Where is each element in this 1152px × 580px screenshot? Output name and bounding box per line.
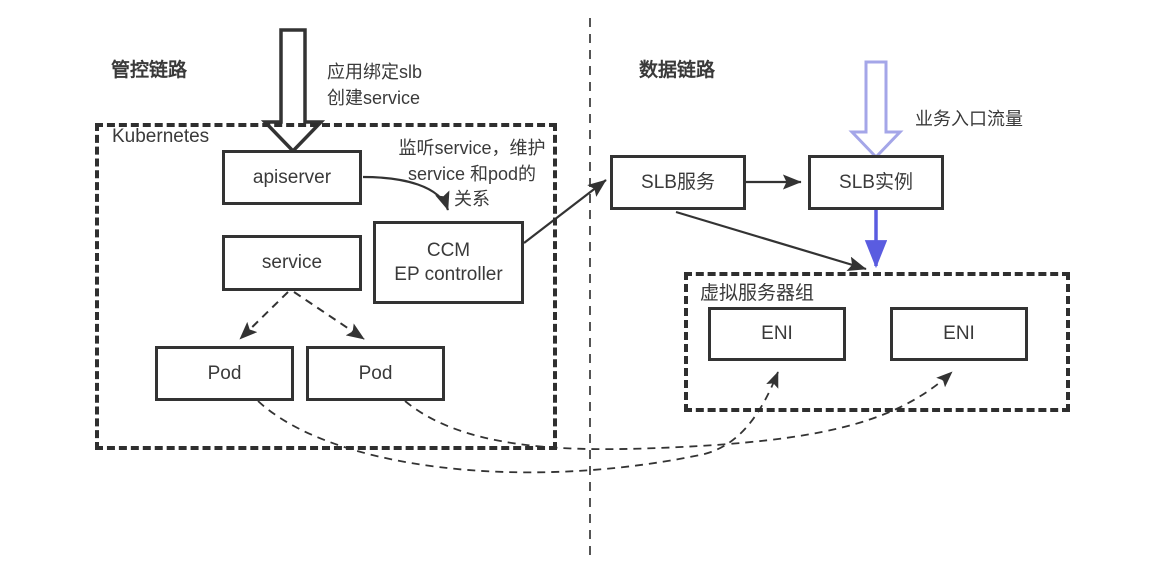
node-eni-right-label: ENI bbox=[943, 323, 975, 345]
node-apiserver[interactable]: apiserver bbox=[222, 150, 362, 205]
node-eni-left-label: ENI bbox=[761, 323, 793, 345]
node-ccm-ep-controller[interactable]: CCM EP controller bbox=[373, 221, 524, 304]
node-service-label: service bbox=[261, 252, 323, 274]
heading-control-link: 管控链路 bbox=[111, 60, 188, 81]
node-slb-service[interactable]: SLB服务 bbox=[610, 155, 746, 210]
arrow-slb-service-to-vserver-group bbox=[675, 210, 867, 271]
block-arrow-ingress-traffic bbox=[848, 60, 904, 160]
node-pod-left-label: Pod bbox=[207, 362, 242, 384]
group-vserver-label: 虚拟服务器组 bbox=[700, 283, 815, 304]
node-service[interactable]: service bbox=[222, 235, 362, 291]
node-slb-instance-label: SLB实例 bbox=[839, 171, 913, 193]
annotation-ingress-traffic: 业务入口流量 bbox=[915, 109, 1023, 129]
annotation-bind-slb-create-service: 应用绑定slb 创建service bbox=[327, 62, 423, 108]
node-ccm-ep-controller-label: CCM EP controller bbox=[394, 239, 503, 285]
node-eni-left[interactable]: ENI bbox=[708, 307, 846, 361]
node-pod-right-label: Pod bbox=[358, 362, 393, 384]
node-pod-right[interactable]: Pod bbox=[306, 346, 445, 401]
group-kubernetes-label: Kubernetes bbox=[112, 126, 210, 147]
node-slb-instance[interactable]: SLB实例 bbox=[808, 155, 944, 210]
node-pod-left[interactable]: Pod bbox=[155, 346, 294, 401]
heading-data-link: 数据链路 bbox=[639, 60, 716, 81]
node-slb-service-label: SLB服务 bbox=[641, 171, 715, 193]
node-apiserver-label: apiserver bbox=[252, 166, 332, 188]
diagram-canvas: 管控链路 数据链路 Kubernetes 虚拟服务器组 应用绑定slb 创建se… bbox=[0, 0, 1152, 580]
node-eni-right[interactable]: ENI bbox=[890, 307, 1028, 361]
annotation-watch-service: 监听service，维护 service 和pod的 关系 bbox=[398, 138, 546, 210]
